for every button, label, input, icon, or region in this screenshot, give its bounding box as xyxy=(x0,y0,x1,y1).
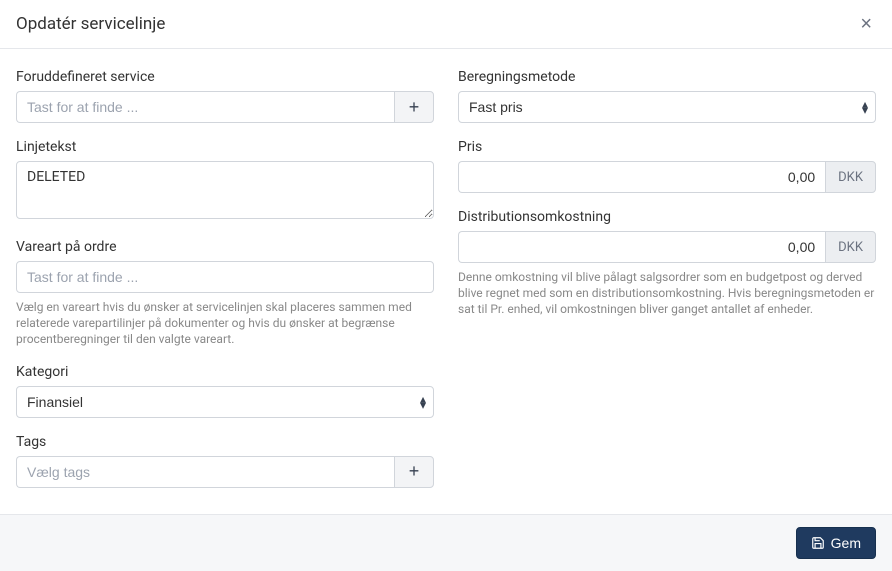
predefined-service-input[interactable] xyxy=(16,91,394,123)
plus-icon: + xyxy=(409,461,420,482)
save-icon xyxy=(811,536,825,550)
method-field: Beregningsmetode Fast pris ▴▾ xyxy=(458,69,876,123)
itemtype-label: Vareart på ordre xyxy=(16,239,434,255)
linetext-label: Linjetekst xyxy=(16,139,434,155)
tags-input[interactable] xyxy=(16,456,394,488)
dialog-title: Opdatér servicelinje xyxy=(16,14,165,34)
category-select-wrapper: Finansiel ▴▾ xyxy=(16,386,434,418)
predefined-service-group: + xyxy=(16,91,434,123)
distribution-help: Denne omkostning vil blive pålagt salgso… xyxy=(458,269,876,318)
plus-icon: + xyxy=(409,97,420,118)
update-serviceline-dialog: Opdatér servicelinje × Foruddefineret se… xyxy=(0,0,892,548)
itemtype-field: Vareart på ordre Vælg en vareart hvis du… xyxy=(16,239,434,348)
price-currency: DKK xyxy=(825,161,876,193)
category-field: Kategori Finansiel ▴▾ xyxy=(16,364,434,418)
close-icon: × xyxy=(860,13,872,35)
close-button[interactable]: × xyxy=(856,14,876,34)
tags-add-button[interactable]: + xyxy=(394,456,434,488)
distribution-input[interactable] xyxy=(458,231,825,263)
method-select[interactable]: Fast pris xyxy=(458,91,876,123)
tags-label: Tags xyxy=(16,434,434,450)
distribution-group: DKK xyxy=(458,231,876,263)
method-select-wrapper: Fast pris ▴▾ xyxy=(458,91,876,123)
method-label: Beregningsmetode xyxy=(458,69,876,85)
distribution-field: Distributionsomkostning DKK Denne omkost… xyxy=(458,209,876,318)
left-column: Foruddefineret service + Linjetekst DELE… xyxy=(16,69,434,504)
price-label: Pris xyxy=(458,139,876,155)
price-field: Pris DKK xyxy=(458,139,876,193)
dialog-body: Foruddefineret service + Linjetekst DELE… xyxy=(0,49,892,514)
itemtype-help: Vælg en vareart hvis du ønsker at servic… xyxy=(16,299,434,348)
price-group: DKK xyxy=(458,161,876,193)
save-button[interactable]: Gem xyxy=(796,527,876,559)
category-select[interactable]: Finansiel xyxy=(16,386,434,418)
right-column: Beregningsmetode Fast pris ▴▾ Pris DKK xyxy=(458,69,876,504)
distribution-label: Distributionsomkostning xyxy=(458,209,876,225)
itemtype-input[interactable] xyxy=(16,261,434,293)
linetext-field: Linjetekst DELETED xyxy=(16,139,434,223)
category-label: Kategori xyxy=(16,364,434,380)
predefined-service-field: Foruddefineret service + xyxy=(16,69,434,123)
tags-field: Tags + xyxy=(16,434,434,488)
predefined-service-label: Foruddefineret service xyxy=(16,69,434,85)
dialog-footer: Gem xyxy=(0,514,892,571)
dialog-header: Opdatér servicelinje × xyxy=(0,0,892,49)
distribution-currency: DKK xyxy=(825,231,876,263)
save-button-label: Gem xyxy=(831,535,861,551)
predefined-service-add-button[interactable]: + xyxy=(394,91,434,123)
price-input[interactable] xyxy=(458,161,825,193)
linetext-textarea[interactable]: DELETED xyxy=(16,161,434,219)
tags-group: + xyxy=(16,456,434,488)
